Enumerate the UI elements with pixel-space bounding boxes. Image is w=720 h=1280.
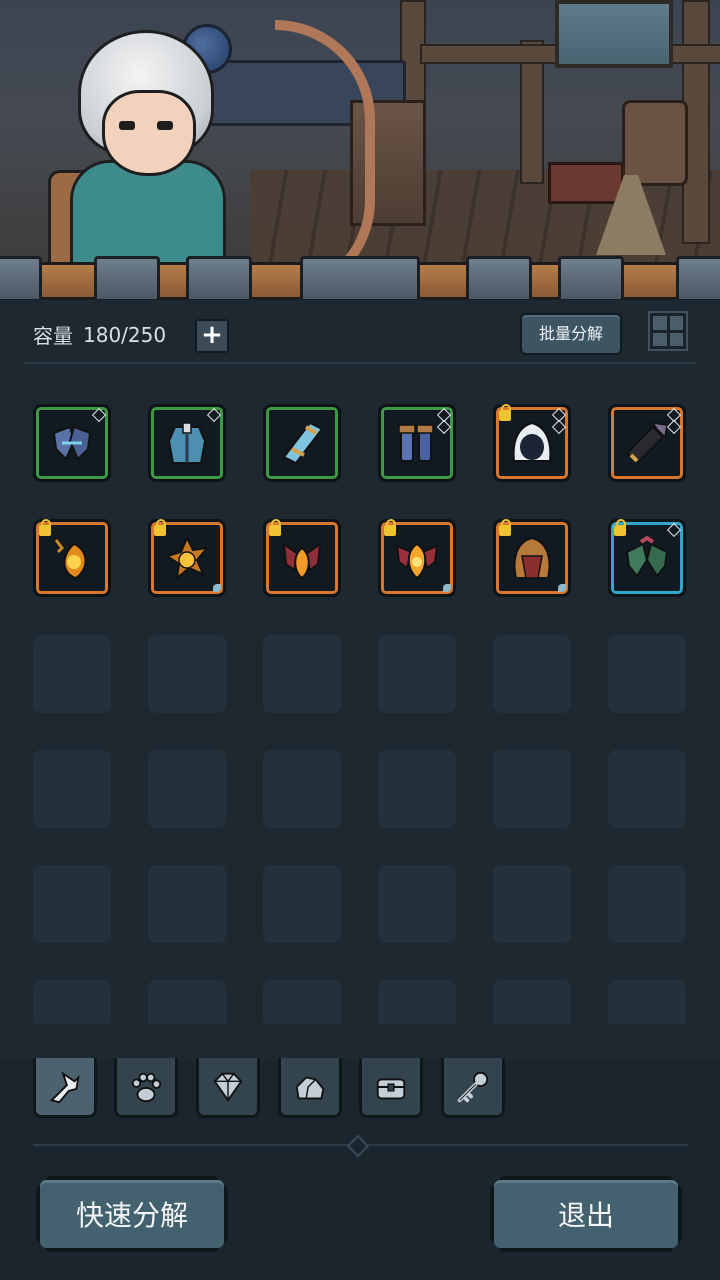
- sword-claw-icon: [49, 1070, 80, 1103]
- boots-icon: [398, 424, 434, 462]
- empty-slot[interactable]: [608, 750, 686, 828]
- lock-icon: [499, 404, 511, 421]
- item-slot-helmet-bronze[interactable]: [493, 519, 571, 597]
- empty-slot[interactable]: [493, 750, 571, 828]
- capacity-value: 180/250: [83, 322, 167, 347]
- empty-slot[interactable]: [378, 865, 456, 943]
- empty-slot[interactable]: [33, 750, 111, 828]
- lock-icon: [384, 519, 396, 536]
- empty-slot[interactable]: [263, 635, 341, 713]
- capacity-display: 容量 180/250: [33, 320, 166, 349]
- expand-capacity-button[interactable]: +: [195, 319, 229, 353]
- chest-prop: [548, 162, 624, 204]
- exit-button[interactable]: 退出: [490, 1176, 682, 1252]
- item-slot-amulet-sun[interactable]: [148, 519, 226, 597]
- item-slot-amulet-fire-wing[interactable]: [263, 519, 341, 597]
- tab-materials[interactable]: [278, 1058, 342, 1118]
- feather-bracer-icon: [625, 422, 668, 465]
- grid-cell: [669, 316, 683, 330]
- character-face: [102, 90, 196, 176]
- item-slot-tunic-armor[interactable]: [148, 404, 226, 482]
- empty-slot[interactable]: [148, 865, 226, 943]
- tab-chests[interactable]: [359, 1058, 423, 1118]
- empty-slot[interactable]: [148, 635, 226, 713]
- empty-slot[interactable]: [608, 635, 686, 713]
- lock-icon: [269, 519, 281, 536]
- batch-decompose-button[interactable]: 批量分解: [520, 313, 622, 355]
- capacity-label: 容量: [33, 324, 73, 348]
- rail-block: [466, 256, 532, 302]
- tunic-icon: [167, 422, 207, 464]
- ore-icon: [295, 1075, 325, 1099]
- diamond-icon: [213, 1072, 243, 1102]
- item-slot-bracer-crystal[interactable]: [263, 404, 341, 482]
- empty-slot[interactable]: [378, 980, 456, 1024]
- chest-icon: [376, 1077, 406, 1099]
- corner-ornament: [443, 584, 451, 592]
- lock-icon: [154, 519, 166, 536]
- rail-block: [94, 256, 160, 302]
- window: [555, 0, 673, 68]
- key-icon: [457, 1071, 489, 1102]
- tab-keys[interactable]: [441, 1058, 505, 1118]
- tab-pets[interactable]: [114, 1058, 178, 1118]
- grid-view-icon[interactable]: [648, 311, 688, 351]
- shoulder-armor-icon: [52, 425, 92, 461]
- rail-block: [0, 256, 42, 302]
- helmet-icon: [513, 536, 551, 579]
- empty-slot[interactable]: [33, 865, 111, 943]
- empty-slot[interactable]: [378, 635, 456, 713]
- sun-amulet-icon: [164, 535, 210, 581]
- empty-slot[interactable]: [33, 635, 111, 713]
- item-slot-shoulder-armor-green[interactable]: [608, 519, 686, 597]
- item-slot-hood-white[interactable]: [493, 404, 571, 482]
- grid-cell: [653, 316, 667, 330]
- empty-slot[interactable]: [493, 980, 571, 1024]
- tab-gems[interactable]: [196, 1058, 260, 1118]
- flame-amulet-icon: [54, 539, 87, 580]
- empty-slot[interactable]: [493, 865, 571, 943]
- empty-slot[interactable]: [148, 980, 226, 1024]
- bracer-icon: [282, 421, 324, 465]
- lock-icon: [614, 519, 626, 536]
- corner-ornament: [213, 584, 221, 592]
- paw-icon: [131, 1072, 162, 1102]
- empty-slot[interactable]: [263, 980, 341, 1024]
- lock-icon: [39, 519, 51, 536]
- grid-cell: [653, 332, 667, 346]
- divider: [25, 362, 695, 364]
- fire-wing-amulet-icon: [282, 541, 322, 580]
- rail-block: [558, 256, 624, 302]
- empty-slot[interactable]: [608, 980, 686, 1024]
- scroll-fade: [0, 1020, 720, 1060]
- corner-ornament: [558, 584, 566, 592]
- item-slot-boots-blue[interactable]: [378, 404, 456, 482]
- item-slot-shoulder-armor-blue[interactable]: [33, 404, 111, 482]
- lock-icon: [499, 519, 511, 536]
- rail-block: [186, 256, 252, 302]
- empty-slot[interactable]: [608, 865, 686, 943]
- empty-slot[interactable]: [263, 865, 341, 943]
- hood-icon: [512, 421, 552, 462]
- empty-slot[interactable]: [33, 980, 111, 1024]
- empty-slot[interactable]: [493, 635, 571, 713]
- rail-block: [676, 256, 720, 302]
- item-slot-bracer-feather[interactable]: [608, 404, 686, 482]
- fire-crown-amulet-icon: [395, 542, 439, 580]
- barrel: [622, 100, 688, 186]
- eye: [157, 121, 173, 130]
- quick-decompose-button[interactable]: 快速分解: [36, 1176, 228, 1252]
- character-scene: [0, 0, 720, 300]
- item-slot-amulet-fire-crown[interactable]: [378, 519, 456, 597]
- archer-character: [40, 20, 240, 296]
- empty-slot[interactable]: [148, 750, 226, 828]
- eye: [119, 121, 135, 130]
- tab-equipment[interactable]: [33, 1058, 97, 1118]
- grid-cell: [669, 332, 683, 346]
- empty-slot[interactable]: [263, 750, 341, 828]
- rail-block: [300, 256, 420, 302]
- empty-slot[interactable]: [378, 750, 456, 828]
- item-slot-amulet-flame[interactable]: [33, 519, 111, 597]
- green-shoulder-armor-icon: [625, 535, 669, 578]
